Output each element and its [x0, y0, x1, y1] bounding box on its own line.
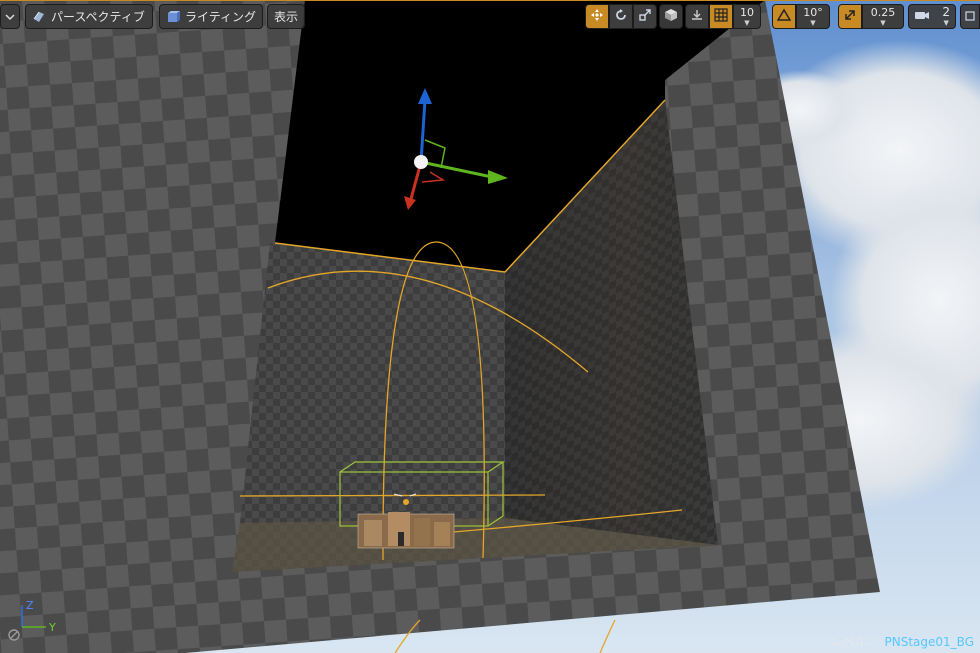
layout-icon — [965, 10, 975, 24]
rotate-mode-button[interactable] — [609, 4, 633, 29]
grid-snap-group: 10 ▼ — [685, 4, 761, 29]
level-label: レベル： — [830, 635, 879, 649]
show-button[interactable]: 表示 — [267, 4, 305, 29]
grid-snap-value-text: 10 — [740, 5, 754, 19]
world-cube-icon — [664, 8, 678, 25]
coordinate-system-button[interactable] — [659, 4, 683, 29]
perspective-cube-icon — [32, 10, 46, 24]
show-label: 表示 — [274, 10, 299, 24]
perspective-button[interactable]: パースペクティブ — [25, 4, 153, 29]
angle-icon — [776, 8, 792, 25]
axis-y-label: Y — [48, 621, 56, 634]
rotation-snap-toggle[interactable] — [772, 4, 796, 29]
chevron-down-icon — [5, 13, 15, 21]
camera-speed-value: 2 — [942, 4, 950, 19]
rotation-snap-value[interactable]: 10° ▼ — [796, 4, 830, 29]
viewport-options-dropdown[interactable] — [0, 4, 20, 29]
axis-indicator: Z Y — [8, 599, 56, 641]
level-name: PNStage01_BG — [884, 635, 974, 649]
lit-mode-icon — [166, 10, 180, 24]
transform-tools-group — [585, 4, 657, 29]
lighting-label: ライティング — [185, 10, 257, 24]
viewport-layout-button[interactable] — [960, 4, 980, 29]
camera-speed-readout: 2 ▼ — [942, 4, 950, 27]
scale-snap-value-text: 0.25 — [870, 5, 896, 19]
chevron-down-icon: ▼ — [744, 18, 750, 27]
chevron-down-icon: ▼ — [880, 18, 886, 27]
scale-mode-button[interactable] — [633, 4, 657, 29]
camera-speed-button[interactable]: 2 ▼ — [908, 4, 956, 29]
scale-snap-value[interactable]: 0.25 ▼ — [862, 4, 904, 29]
camera-icon — [914, 9, 930, 24]
surface-snap-button[interactable] — [685, 4, 709, 29]
level-readout: レベル： PNStage01_BG — [831, 633, 975, 650]
rotate-icon — [614, 8, 628, 25]
scene-3d-view[interactable] — [0, 0, 980, 653]
level-viewport[interactable]: パースペクティブ ライティング 表示 10 ▼ 10° ▼ 0.25 ▼ 2 ▼… — [0, 0, 980, 653]
axis-z-label: Z — [26, 599, 34, 612]
lighting-button[interactable]: ライティング — [159, 4, 263, 29]
rotation-snap-value-text: 10° — [803, 5, 823, 19]
rotation-snap-group: 10° ▼ — [772, 4, 830, 29]
perspective-label: パースペクティブ — [51, 10, 145, 24]
scale-arrow-icon — [843, 8, 857, 25]
chevron-down-icon: ▼ — [810, 18, 816, 27]
grid-snap-value[interactable]: 10 ▼ — [733, 4, 761, 29]
translate-mode-button[interactable] — [585, 4, 609, 29]
scale-snap-toggle[interactable] — [838, 4, 862, 29]
move-arrows-icon — [590, 8, 604, 25]
grid-icon — [714, 8, 728, 25]
grid-snap-toggle[interactable] — [709, 4, 733, 29]
chevron-down-icon: ▼ — [943, 18, 949, 27]
scale-icon — [638, 8, 652, 25]
scale-snap-group: 0.25 ▼ — [838, 4, 904, 29]
surface-snap-icon — [690, 8, 704, 25]
